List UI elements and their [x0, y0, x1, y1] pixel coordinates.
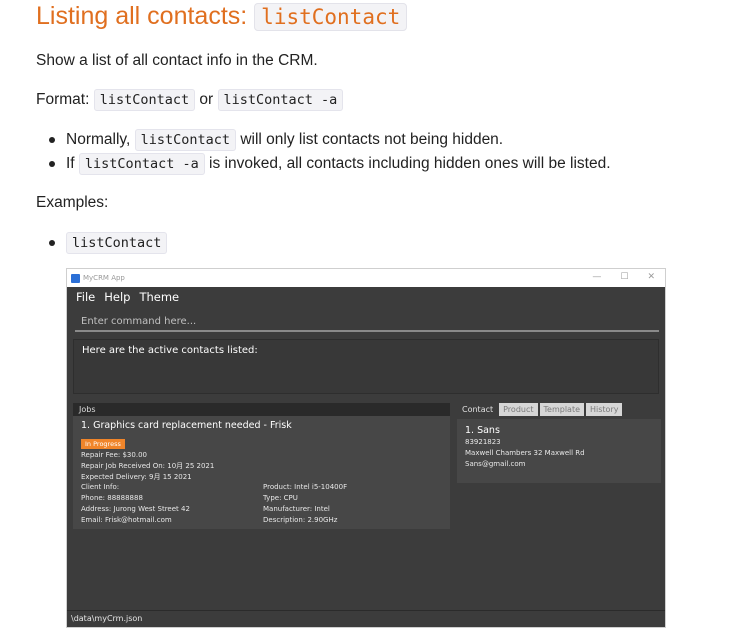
job-fee: Repair Fee: $30.00: [81, 451, 147, 459]
notes-list: Normally, listContact will only list con…: [36, 129, 611, 177]
menu-file[interactable]: File: [76, 290, 95, 304]
product-name: Product: Intel i5-10400F: [263, 483, 348, 491]
menu-help[interactable]: Help: [104, 290, 130, 304]
status-badge: In Progress: [81, 439, 125, 449]
client-address: Address: Jurong West Street 42: [81, 505, 190, 513]
list-item-code: listContact: [134, 129, 237, 151]
app-screenshot-window: MyCRM App — ☐ ✕ File Help Theme Enter co…: [66, 268, 666, 628]
list-item: Normally, listContact will only list con…: [36, 129, 611, 153]
list-item: listContact: [36, 232, 168, 256]
client-info: Client Info: Phone: 88888888 Address: Ju…: [81, 482, 190, 526]
window-titlebar: MyCRM App — ☐ ✕: [67, 269, 665, 287]
client-phone: Phone: 88888888: [81, 494, 143, 502]
contact-email: Sans@gmail.com: [465, 460, 526, 468]
maximize-icon[interactable]: ☐: [620, 272, 628, 282]
menu-bar: File Help Theme: [67, 287, 665, 307]
examples-label: Examples:: [36, 194, 109, 211]
format-code-1: listContact: [93, 89, 196, 111]
description-paragraph: Show a list of all contact info in the C…: [36, 52, 318, 69]
client-label: Client Info:: [81, 483, 120, 491]
example-code: listContact: [66, 232, 168, 254]
result-display: Here are the active contacts listed:: [73, 339, 659, 394]
contact-phone: 83921823: [465, 438, 501, 446]
contact-address: Maxwell Chambers 32 Maxwell Rd: [465, 449, 585, 457]
format-or: or: [195, 91, 218, 108]
job-title: 1. Graphics card replacement needed - Fr…: [81, 420, 292, 431]
list-item-code: listContact -a: [78, 153, 205, 175]
list-item-text: will only list contacts not being hidden…: [236, 131, 504, 148]
status-bar: \data\myCrm.json: [67, 610, 665, 627]
page-title: Listing all contacts: listContact: [36, 2, 408, 31]
contact-card[interactable]: 1. Sans 83921823 Maxwell Chambers 32 Max…: [457, 419, 661, 483]
page-title-code: listContact: [254, 3, 408, 31]
job-received: Repair Job Received On: 10月 25 2021: [81, 462, 215, 470]
list-item-text: Normally,: [66, 131, 135, 148]
contact-name: 1. Sans: [465, 425, 500, 436]
jobs-header: Jobs: [73, 403, 450, 416]
page-title-text: Listing all contacts:: [36, 2, 255, 30]
list-item-text: If: [66, 155, 79, 172]
minimize-icon[interactable]: —: [592, 272, 601, 282]
list-item: If listContact -a is invoked, all contac…: [36, 153, 611, 177]
tab-template[interactable]: Template: [539, 403, 585, 416]
command-input[interactable]: Enter command here...: [75, 311, 659, 332]
tab-history[interactable]: History: [586, 403, 623, 416]
product-description: Description: 2.90GHz: [263, 516, 338, 524]
tab-product[interactable]: Product: [499, 403, 538, 416]
window-title: MyCRM App: [83, 274, 125, 282]
format-code-2: listContact -a: [217, 89, 344, 111]
close-icon[interactable]: ✕: [647, 272, 655, 282]
list-item-text: is invoked, all contacts including hidde…: [204, 155, 611, 172]
app-icon: [71, 273, 80, 283]
side-tabs: Contact Product Template History: [458, 403, 623, 416]
jobs-panel: Jobs 1. Graphics card replacement needed…: [73, 403, 450, 531]
product-type: Type: CPU: [263, 494, 298, 502]
tab-contact[interactable]: Contact: [458, 403, 498, 416]
examples-list: listContact: [36, 232, 168, 256]
product-info: Product: Intel i5-10400F Type: CPU Manuf…: [263, 482, 347, 526]
format-label: Format:: [36, 91, 94, 108]
window-controls: — ☐ ✕: [592, 272, 655, 282]
client-email: Email: Frisk@hotmail.com: [81, 516, 172, 524]
format-line: Format: listContact or listContact -a: [36, 89, 344, 111]
product-manufacturer: Manufacturer: Intel: [263, 505, 330, 513]
menu-theme[interactable]: Theme: [139, 290, 179, 304]
job-card[interactable]: 1. Graphics card replacement needed - Fr…: [73, 416, 450, 529]
